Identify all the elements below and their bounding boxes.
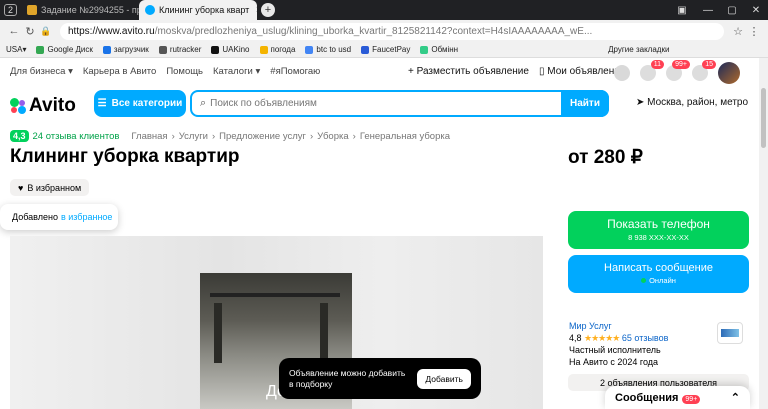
bookmark-rutracker[interactable]: rutracker [158, 45, 201, 54]
rutracker-icon [158, 45, 167, 54]
messages-icon[interactable]: 99+ [666, 60, 690, 81]
reload-icon[interactable]: ↻ [22, 25, 38, 38]
seller-info: Мир Услуг 4,8 ★★★★★ 65 отзывов Частный и… [569, 320, 669, 367]
star-icon[interactable]: ☆ [730, 25, 746, 38]
find-button[interactable]: Найти [561, 90, 609, 117]
my-ads-link[interactable]: ▯ Мои объявления [539, 66, 625, 77]
rating-badge: 4,3 [10, 130, 29, 142]
bookmark-other[interactable]: Другие закладки [608, 45, 669, 54]
freelance-favicon-icon [27, 5, 38, 15]
bookmark-exchange[interactable]: Обмінн [420, 45, 458, 54]
added-to-favorites-toast: Добавлено в избранное [0, 204, 118, 230]
doc-icon: ▯ [538, 66, 545, 77]
bookmark-faucetpay[interactable]: FaucetPay [361, 45, 410, 54]
favorite-button[interactable]: ♥ В избранном [10, 179, 90, 196]
heart-filled-icon: ♥ [18, 182, 24, 193]
write-message-button[interactable]: Написать сообщение Онлайн [568, 255, 749, 293]
avatar[interactable] [718, 62, 740, 84]
seller-reviews-link[interactable]: 65 отзывов [622, 333, 669, 343]
crumb-services[interactable]: Услуги [179, 131, 208, 142]
search-box: ⌕ Найти [190, 90, 609, 117]
tab-avito[interactable]: Клининг уборка кварт ✕ [139, 0, 258, 20]
messages-widget[interactable]: Сообщения 99+ ⌃ [605, 386, 750, 409]
uakino-icon [211, 45, 220, 54]
avito-favicon-icon [145, 5, 156, 15]
post-ad-link[interactable]: + Разместить объявление [408, 66, 529, 77]
crumb-cleaning[interactable]: Уборка [317, 131, 348, 142]
reviews-link[interactable]: 24 отзыва клиентов [33, 131, 120, 142]
nav-ihelp[interactable]: #яПомогаю [270, 66, 320, 77]
online-dot-icon [641, 278, 647, 283]
new-tab-button[interactable]: + [261, 3, 276, 17]
tab-counter[interactable]: 2 [0, 0, 21, 20]
favorites-badge: 11 [650, 60, 664, 69]
avito-logo[interactable]: Avito [10, 95, 76, 117]
bookmark-gdrive[interactable]: Google Диск [36, 45, 93, 54]
lock-icon: 🔒 [40, 25, 52, 36]
browser-tab-bar: 2 Задание №2994255 - про Клининг уборка … [0, 0, 768, 20]
messages-badge: 99+ [672, 60, 690, 69]
header-icons: 11 99+ 15 [614, 60, 740, 84]
search-icon: ⌕ [200, 97, 207, 109]
minimize-icon[interactable]: — [696, 0, 720, 20]
price: от 280 ₽ [568, 147, 643, 168]
bookmark-window-icon[interactable]: ▣ [670, 0, 694, 20]
google-icon [305, 45, 314, 54]
close-window-icon[interactable]: ✕ [744, 0, 768, 20]
close-tab-icon[interactable]: ✕ [255, 5, 257, 16]
menu-icon: ☰ [97, 98, 107, 109]
bookmark-btc[interactable]: btc to usd [305, 45, 351, 54]
location-arrow-icon: ➤ [636, 97, 645, 108]
breadcrumb: Главная › Услуги › Предложение услуг › Убор… [131, 130, 451, 142]
bookmark-usa[interactable]: USA ▾ [6, 45, 26, 54]
chat-badge: 99+ [682, 394, 701, 404]
address-bar-row: ← ↻ 🔒 https://www.avito.ru/moskva/predlo… [0, 20, 768, 42]
bookmark-weather[interactable]: погода [259, 45, 295, 54]
exchange-icon [420, 45, 429, 54]
bookmarks-bar: USA ▾ Google Диск загрузчик rutracker UA… [0, 42, 768, 58]
scrollbar-thumb[interactable] [761, 88, 766, 148]
extensions-icon[interactable]: ⋮ [746, 25, 762, 38]
location-selector[interactable]: ➤ Москва, район, метро [636, 97, 748, 108]
bookmark-loader[interactable]: загрузчик [102, 45, 149, 54]
folder-icon [102, 45, 111, 54]
favorites-link[interactable]: в избранное [61, 212, 112, 222]
nav-career[interactable]: Карьера в Авито [83, 66, 156, 77]
back-icon[interactable]: ← [6, 25, 22, 37]
weather-icon [259, 45, 268, 54]
all-categories-button[interactable]: ☰ Все категории [94, 90, 186, 117]
drive-icon [36, 45, 45, 54]
add-to-collection-button[interactable]: Добавить [417, 368, 471, 389]
nav-business[interactable]: Для бизнеса ▾ [10, 66, 73, 77]
cart-badge: 15 [702, 60, 716, 69]
avito-logo-icon [10, 98, 26, 114]
collection-snackbar: Объявление можно добавить в подборку Доб… [279, 358, 481, 399]
crumb-offers[interactable]: Предложение услуг [219, 131, 306, 142]
crumb-home[interactable]: Главная [131, 131, 167, 142]
top-nav: Для бизнеса ▾ Карьера в Авито Помощь Кат… [10, 66, 320, 77]
bell-icon[interactable]: 11 [640, 60, 664, 81]
show-phone-button[interactable]: Показать телефон 8 938 XXX-XX-XX [568, 211, 749, 249]
chevron-up-icon[interactable]: ⌃ [731, 391, 740, 404]
maximize-icon[interactable]: ▢ [720, 0, 744, 20]
top-actions: + Разместить объявление ▯ Мои объявления [408, 66, 625, 77]
star-rating-icon: ★★★★★ [584, 333, 620, 343]
seller-logo[interactable] [717, 322, 743, 344]
bookmark-uakino[interactable]: UAKino [211, 45, 250, 54]
heart-icon[interactable] [614, 65, 630, 81]
faucetpay-icon [361, 45, 370, 54]
seller-name[interactable]: Мир Услуг [569, 320, 668, 332]
crumb-general[interactable]: Генеральная уборка [360, 131, 450, 142]
page-title: Клининг уборка квартир [10, 146, 240, 167]
search-input[interactable] [210, 98, 561, 109]
scrollbar[interactable] [759, 58, 768, 409]
rating-row: 4,3 24 отзыва клиентов Главная › Услуги › … [10, 130, 450, 142]
nav-catalogs[interactable]: Каталоги ▾ [213, 66, 260, 77]
nav-help[interactable]: Помощь [166, 66, 203, 77]
url-field[interactable]: https://www.avito.ru/moskva/predlozheniy… [60, 22, 724, 40]
tab-task[interactable]: Задание №2994255 - про [21, 0, 139, 20]
plus-icon: + [408, 66, 414, 77]
cart-icon[interactable]: 15 [692, 60, 716, 81]
